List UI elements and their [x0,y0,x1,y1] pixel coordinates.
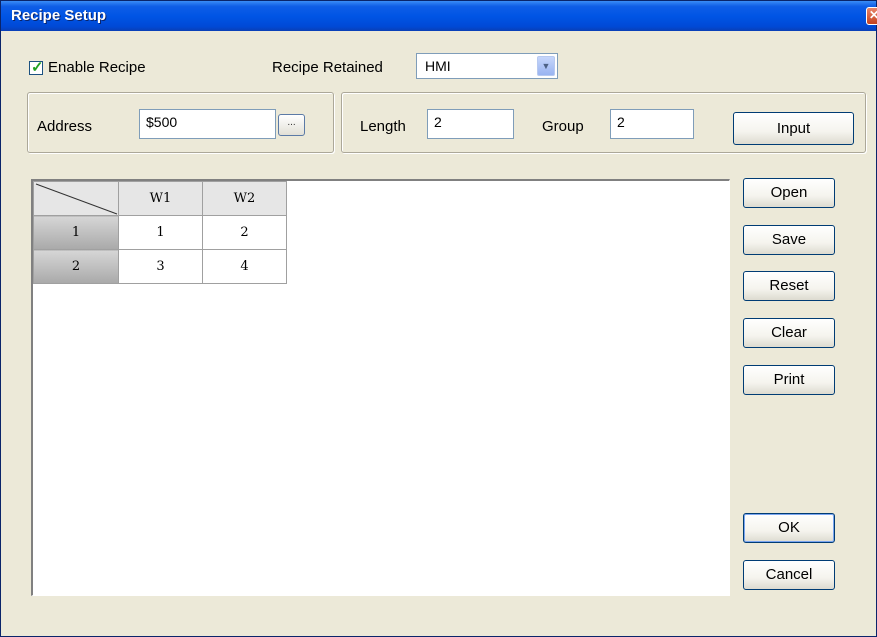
window-title: Recipe Setup [11,7,107,24]
length-label: Length [360,118,406,135]
print-button[interactable]: Print [743,365,835,395]
table-cell[interactable]: 4 [202,249,287,284]
ok-button[interactable]: OK [743,513,835,543]
chevron-down-icon[interactable]: ▼ [537,56,555,76]
length-value: 2 [434,114,442,130]
length-field[interactable]: 2 [427,109,514,139]
table-header-row: W1 W2 [33,181,287,216]
address-browse-button[interactable]: ... [278,114,305,136]
group-value: 2 [617,114,625,130]
recipe-grid[interactable]: W1 W2 1 1 2 2 3 4 [31,179,730,596]
clear-button[interactable]: Clear [743,318,835,348]
recipe-table: W1 W2 1 1 2 2 3 4 [33,181,287,284]
enable-recipe-checkbox[interactable]: ✓ [29,59,44,76]
table-cell[interactable]: 3 [118,249,203,284]
cancel-button[interactable]: Cancel [743,560,835,590]
save-button[interactable]: Save [743,225,835,255]
recipe-setup-dialog: Recipe Setup ✕ ✓ Enable Recipe Recipe Re… [0,0,877,637]
table-cell[interactable]: 2 [202,215,287,250]
recipe-retained-label: Recipe Retained [272,59,383,76]
address-value: $500 [146,114,178,130]
close-icon[interactable]: ✕ [866,7,877,25]
column-header-w1[interactable]: W1 [118,181,203,216]
table-row: 2 3 4 [33,249,287,284]
check-icon: ✓ [31,59,44,76]
table-cell[interactable]: 1 [118,215,203,250]
row-header[interactable]: 1 [33,215,119,250]
enable-recipe-label: Enable Recipe [48,59,146,76]
open-button[interactable]: Open [743,178,835,208]
table-corner-cell [33,181,119,216]
title-bar[interactable]: Recipe Setup ✕ [1,1,877,31]
corner-diagonal [35,183,118,215]
recipe-retained-value: HMI [425,58,451,74]
column-header-w2[interactable]: W2 [202,181,287,216]
reset-button[interactable]: Reset [743,271,835,301]
table-row: 1 1 2 [33,215,287,250]
address-label: Address [37,118,93,135]
recipe-retained-select[interactable]: HMI ▼ [416,53,558,79]
input-button[interactable]: Input [733,112,854,145]
row-header[interactable]: 2 [33,249,119,284]
address-field[interactable]: $500 [139,109,276,139]
group-label: Group [542,118,584,135]
group-field[interactable]: 2 [610,109,694,139]
